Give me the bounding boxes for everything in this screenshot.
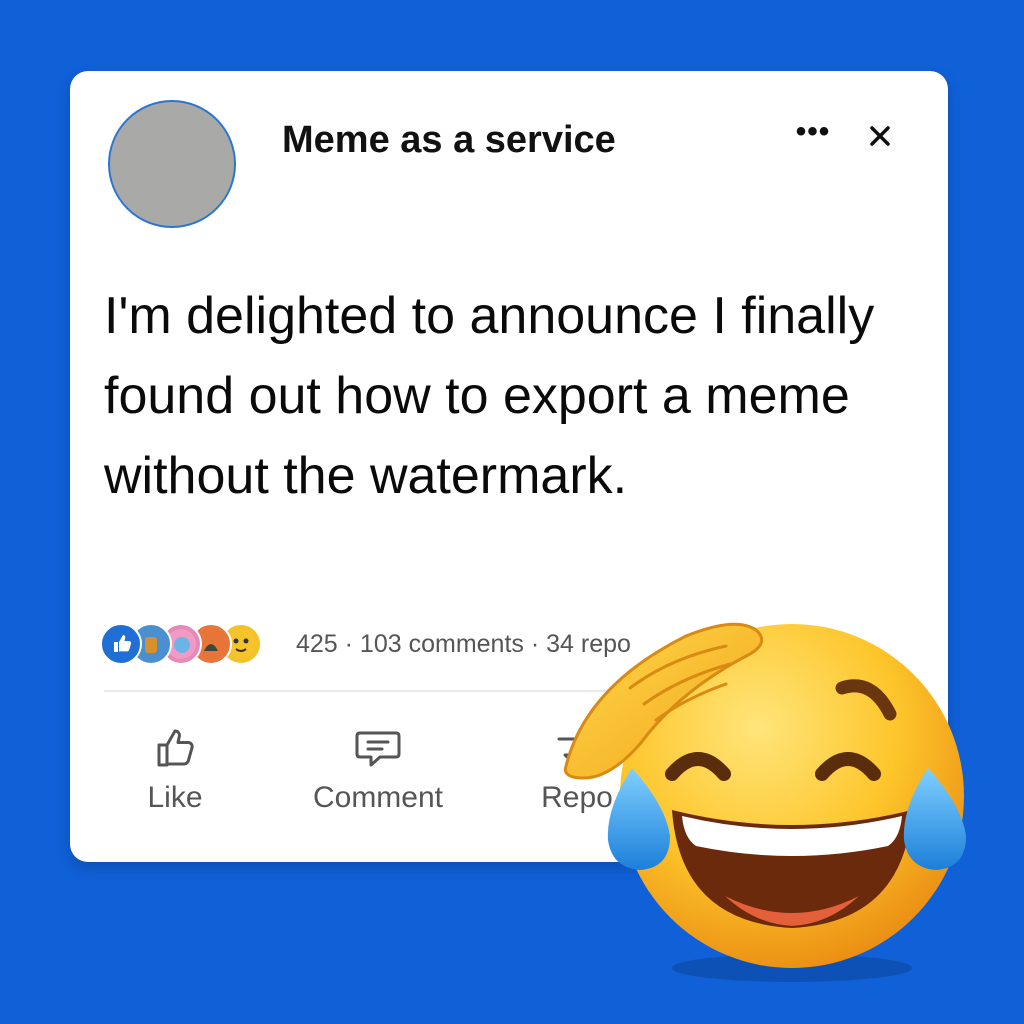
like-icon [100,623,142,665]
post-text: I'm delighted to announce I finally foun… [104,287,875,505]
like-label: Like [147,781,203,814]
comment-button[interactable]: Comment [298,721,458,815]
comment-label: Comment [312,781,444,814]
avatar[interactable] [108,100,236,228]
close-icon [870,126,890,146]
more-options-button[interactable]: ••• [790,116,836,156]
reaction-icons[interactable] [100,623,300,667]
close-button[interactable] [860,116,900,156]
comment-icon [355,731,401,767]
like-button[interactable]: Like [130,721,220,815]
thumbs-up-icon [157,729,194,767]
author-name[interactable]: Meme as a service [282,119,616,162]
laughing-salute-emoji [563,622,966,982]
